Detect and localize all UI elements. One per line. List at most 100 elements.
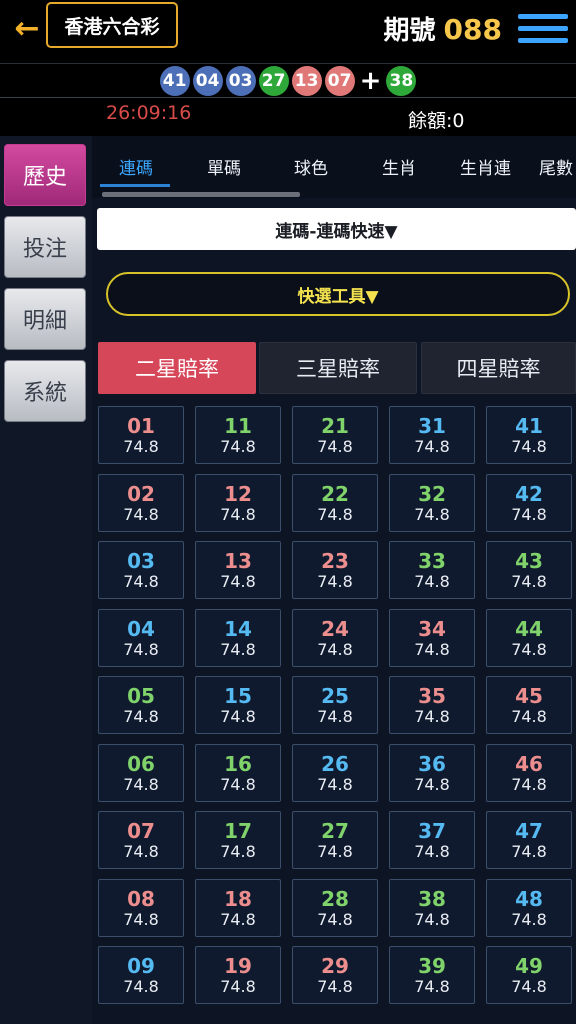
- number-cell[interactable]: 09 74.8: [98, 946, 184, 1004]
- number-cell[interactable]: 34 74.8: [389, 609, 475, 667]
- cell-number: 19: [224, 954, 252, 978]
- cell-number: 43: [515, 549, 543, 573]
- tab-lianma[interactable]: 連碼: [119, 154, 153, 179]
- cell-odds: 74.8: [123, 977, 159, 996]
- number-cell[interactable]: 41 74.8: [486, 406, 572, 464]
- cell-odds: 74.8: [414, 437, 450, 456]
- quick-select-tool-button[interactable]: 快選工具▼: [106, 272, 570, 316]
- number-cell[interactable]: 46 74.8: [486, 744, 572, 802]
- number-cell[interactable]: 33 74.8: [389, 541, 475, 599]
- cell-odds: 74.8: [414, 775, 450, 794]
- back-arrow-icon[interactable]: ←: [10, 12, 44, 46]
- balance-value: 0: [452, 110, 465, 132]
- number-cell[interactable]: 48 74.8: [486, 879, 572, 937]
- number-cell[interactable]: 11 74.8: [195, 406, 281, 464]
- number-cell[interactable]: 25 74.8: [292, 676, 378, 734]
- number-cell[interactable]: 14 74.8: [195, 609, 281, 667]
- number-cell[interactable]: 32 74.8: [389, 474, 475, 532]
- number-cell[interactable]: 49 74.8: [486, 946, 572, 1004]
- cell-number: 06: [127, 752, 155, 776]
- number-cell[interactable]: 05 74.8: [98, 676, 184, 734]
- cell-number: 48: [515, 887, 543, 911]
- period-display: 期號 088: [384, 10, 502, 46]
- number-cell[interactable]: 44 74.8: [486, 609, 572, 667]
- cell-odds: 74.8: [123, 910, 159, 929]
- number-cell[interactable]: 07 74.8: [98, 811, 184, 869]
- cell-number: 23: [321, 549, 349, 573]
- cell-odds: 74.8: [317, 437, 353, 456]
- tab-two-star-odds[interactable]: 二星賠率: [98, 342, 256, 394]
- number-cell[interactable]: 47 74.8: [486, 811, 572, 869]
- cell-odds: 74.8: [220, 640, 256, 659]
- result-ball: 41: [159, 65, 190, 96]
- number-cell[interactable]: 01 74.8: [98, 406, 184, 464]
- cell-odds: 74.8: [317, 572, 353, 591]
- number-cell[interactable]: 19 74.8: [195, 946, 281, 1004]
- sidebar-item-bet[interactable]: 投注: [4, 216, 86, 278]
- number-cell[interactable]: 16 74.8: [195, 744, 281, 802]
- cell-number: 31: [418, 414, 446, 438]
- cell-number: 18: [224, 887, 252, 911]
- number-cell[interactable]: 15 74.8: [195, 676, 281, 734]
- sidebar-item-system[interactable]: 系統: [4, 360, 86, 422]
- number-cell[interactable]: 37 74.8: [389, 811, 475, 869]
- number-cell[interactable]: 13 74.8: [195, 541, 281, 599]
- balance-label: 餘額:: [408, 110, 453, 132]
- number-cell[interactable]: 12 74.8: [195, 474, 281, 532]
- number-cell[interactable]: 21 74.8: [292, 406, 378, 464]
- tabs-scrollbar[interactable]: [102, 192, 300, 197]
- tab-three-star-odds[interactable]: 三星賠率: [259, 342, 417, 394]
- tab-four-star-odds[interactable]: 四星賠率: [421, 342, 576, 394]
- tab-qiuse[interactable]: 球色: [294, 154, 328, 179]
- game-title-button[interactable]: 香港六合彩: [46, 2, 178, 48]
- tab-shengxiao[interactable]: 生肖: [382, 154, 416, 179]
- cell-number: 27: [321, 819, 349, 843]
- cell-number: 07: [127, 819, 155, 843]
- cell-odds: 74.8: [414, 977, 450, 996]
- cell-number: 39: [418, 954, 446, 978]
- number-cell[interactable]: 38 74.8: [389, 879, 475, 937]
- number-cell[interactable]: 42 74.8: [486, 474, 572, 532]
- cell-number: 37: [418, 819, 446, 843]
- bet-mode-dropdown[interactable]: 連碼-連碼快速▼: [97, 208, 576, 250]
- number-cell[interactable]: 36 74.8: [389, 744, 475, 802]
- number-cell[interactable]: 08 74.8: [98, 879, 184, 937]
- cell-odds: 74.8: [123, 775, 159, 794]
- number-cell[interactable]: 29 74.8: [292, 946, 378, 1004]
- tab-shengxiaolian[interactable]: 生肖連: [460, 154, 511, 179]
- number-cell[interactable]: 06 74.8: [98, 744, 184, 802]
- cell-number: 03: [127, 549, 155, 573]
- sidebar: 歷史 投注 明細 系統: [0, 136, 92, 1024]
- cell-odds: 74.8: [220, 842, 256, 861]
- cell-number: 32: [418, 482, 446, 506]
- cell-number: 42: [515, 482, 543, 506]
- cell-number: 46: [515, 752, 543, 776]
- result-ball: 07: [324, 65, 355, 96]
- period-label: 期號: [383, 16, 436, 46]
- number-cell[interactable]: 28 74.8: [292, 879, 378, 937]
- sidebar-item-history[interactable]: 歷史: [4, 144, 86, 206]
- number-cell[interactable]: 18 74.8: [195, 879, 281, 937]
- number-cell[interactable]: 22 74.8: [292, 474, 378, 532]
- tab-weishu[interactable]: 尾數: [539, 154, 573, 179]
- sidebar-item-details[interactable]: 明細: [4, 288, 86, 350]
- number-cell[interactable]: 24 74.8: [292, 609, 378, 667]
- hamburger-menu-icon[interactable]: [518, 12, 568, 46]
- cell-odds: 74.8: [123, 505, 159, 524]
- number-cell[interactable]: 04 74.8: [98, 609, 184, 667]
- number-cell[interactable]: 26 74.8: [292, 744, 378, 802]
- tab-danma[interactable]: 單碼: [207, 154, 241, 179]
- number-cell[interactable]: 23 74.8: [292, 541, 378, 599]
- number-cell[interactable]: 39 74.8: [389, 946, 475, 1004]
- number-cell[interactable]: 35 74.8: [389, 676, 475, 734]
- number-cell[interactable]: 31 74.8: [389, 406, 475, 464]
- number-cell[interactable]: 43 74.8: [486, 541, 572, 599]
- cell-number: 24: [321, 617, 349, 641]
- number-cell[interactable]: 17 74.8: [195, 811, 281, 869]
- number-cell[interactable]: 45 74.8: [486, 676, 572, 734]
- number-cell[interactable]: 27 74.8: [292, 811, 378, 869]
- cell-odds: 74.8: [220, 910, 256, 929]
- number-cell[interactable]: 03 74.8: [98, 541, 184, 599]
- cell-odds: 74.8: [511, 505, 547, 524]
- number-cell[interactable]: 02 74.8: [98, 474, 184, 532]
